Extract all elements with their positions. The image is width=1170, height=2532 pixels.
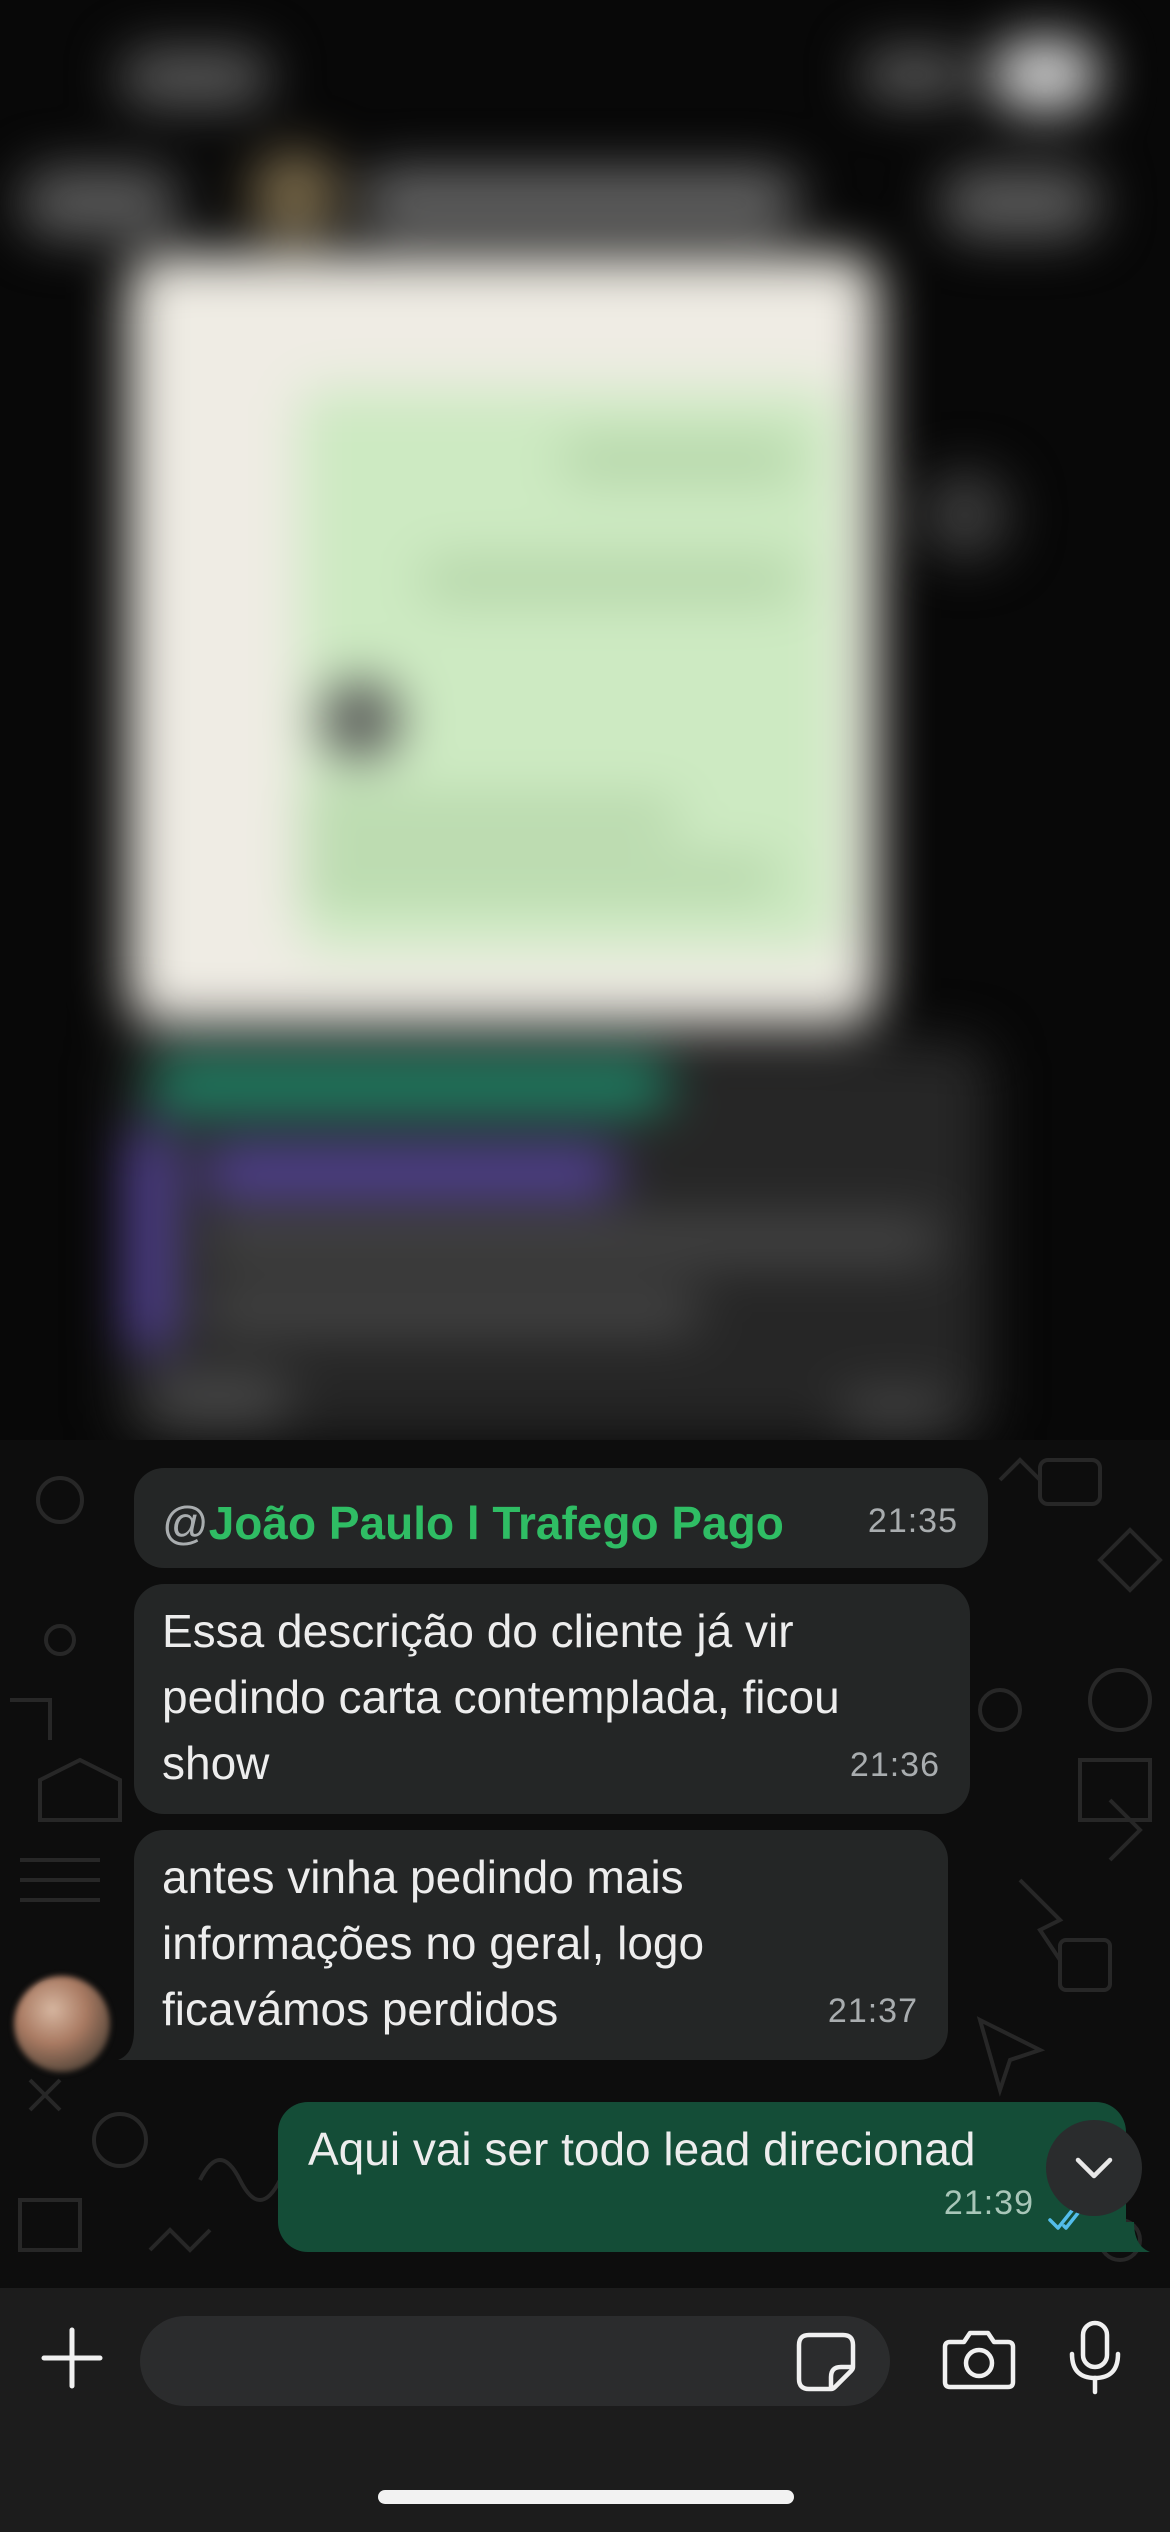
plus-icon (41, 2327, 103, 2389)
message-text: antes vinha pedindo mais informações no … (162, 1851, 705, 2035)
mention-text: @João Paulo l Trafego Pago (162, 1490, 960, 1556)
mention-at-sign: @ (162, 1497, 209, 1549)
camera-icon (942, 2330, 1016, 2390)
sticker-icon (796, 2332, 856, 2392)
bubble-tail (1120, 2222, 1150, 2252)
message-time: 21:37 (827, 1992, 918, 2030)
chevron-down-icon (1075, 2157, 1113, 2179)
avatar[interactable] (14, 1976, 110, 2072)
message-time: 21:39 (943, 2184, 1034, 2222)
microphone-button[interactable] (1052, 2308, 1138, 2408)
scroll-to-bottom-button[interactable] (1046, 2120, 1142, 2216)
mention-name[interactable]: João Paulo l Trafego Pago (209, 1497, 784, 1549)
message-bubble[interactable]: @João Paulo l Trafego Pago 21:35 (134, 1468, 988, 1568)
message-text: Essa descrição do cliente já vir pedindo… (162, 1605, 840, 1789)
chat-screen: @João Paulo l Trafego Pago 21:35 Essa de… (0, 0, 1170, 2532)
message-input[interactable] (140, 2316, 890, 2406)
message-time: 21:35 (867, 1502, 958, 1540)
camera-button[interactable] (936, 2316, 1022, 2402)
message-time: 21:36 (849, 1746, 940, 1784)
message-bubble[interactable]: Essa descrição do cliente já vir pedindo… (134, 1584, 970, 1814)
message-bubble[interactable]: antes vinha pedindo mais informações no … (134, 1830, 948, 2060)
sticker-button[interactable] (786, 2326, 866, 2398)
attach-button[interactable] (30, 2316, 114, 2400)
blurred-content (0, 0, 1170, 1440)
bubble-tail (118, 2030, 148, 2060)
home-indicator[interactable] (378, 2490, 794, 2504)
outgoing-message-bubble[interactable]: Aqui vai ser todo lead direcionad 21:39 (278, 2102, 1126, 2252)
microphone-icon (1069, 2320, 1121, 2395)
